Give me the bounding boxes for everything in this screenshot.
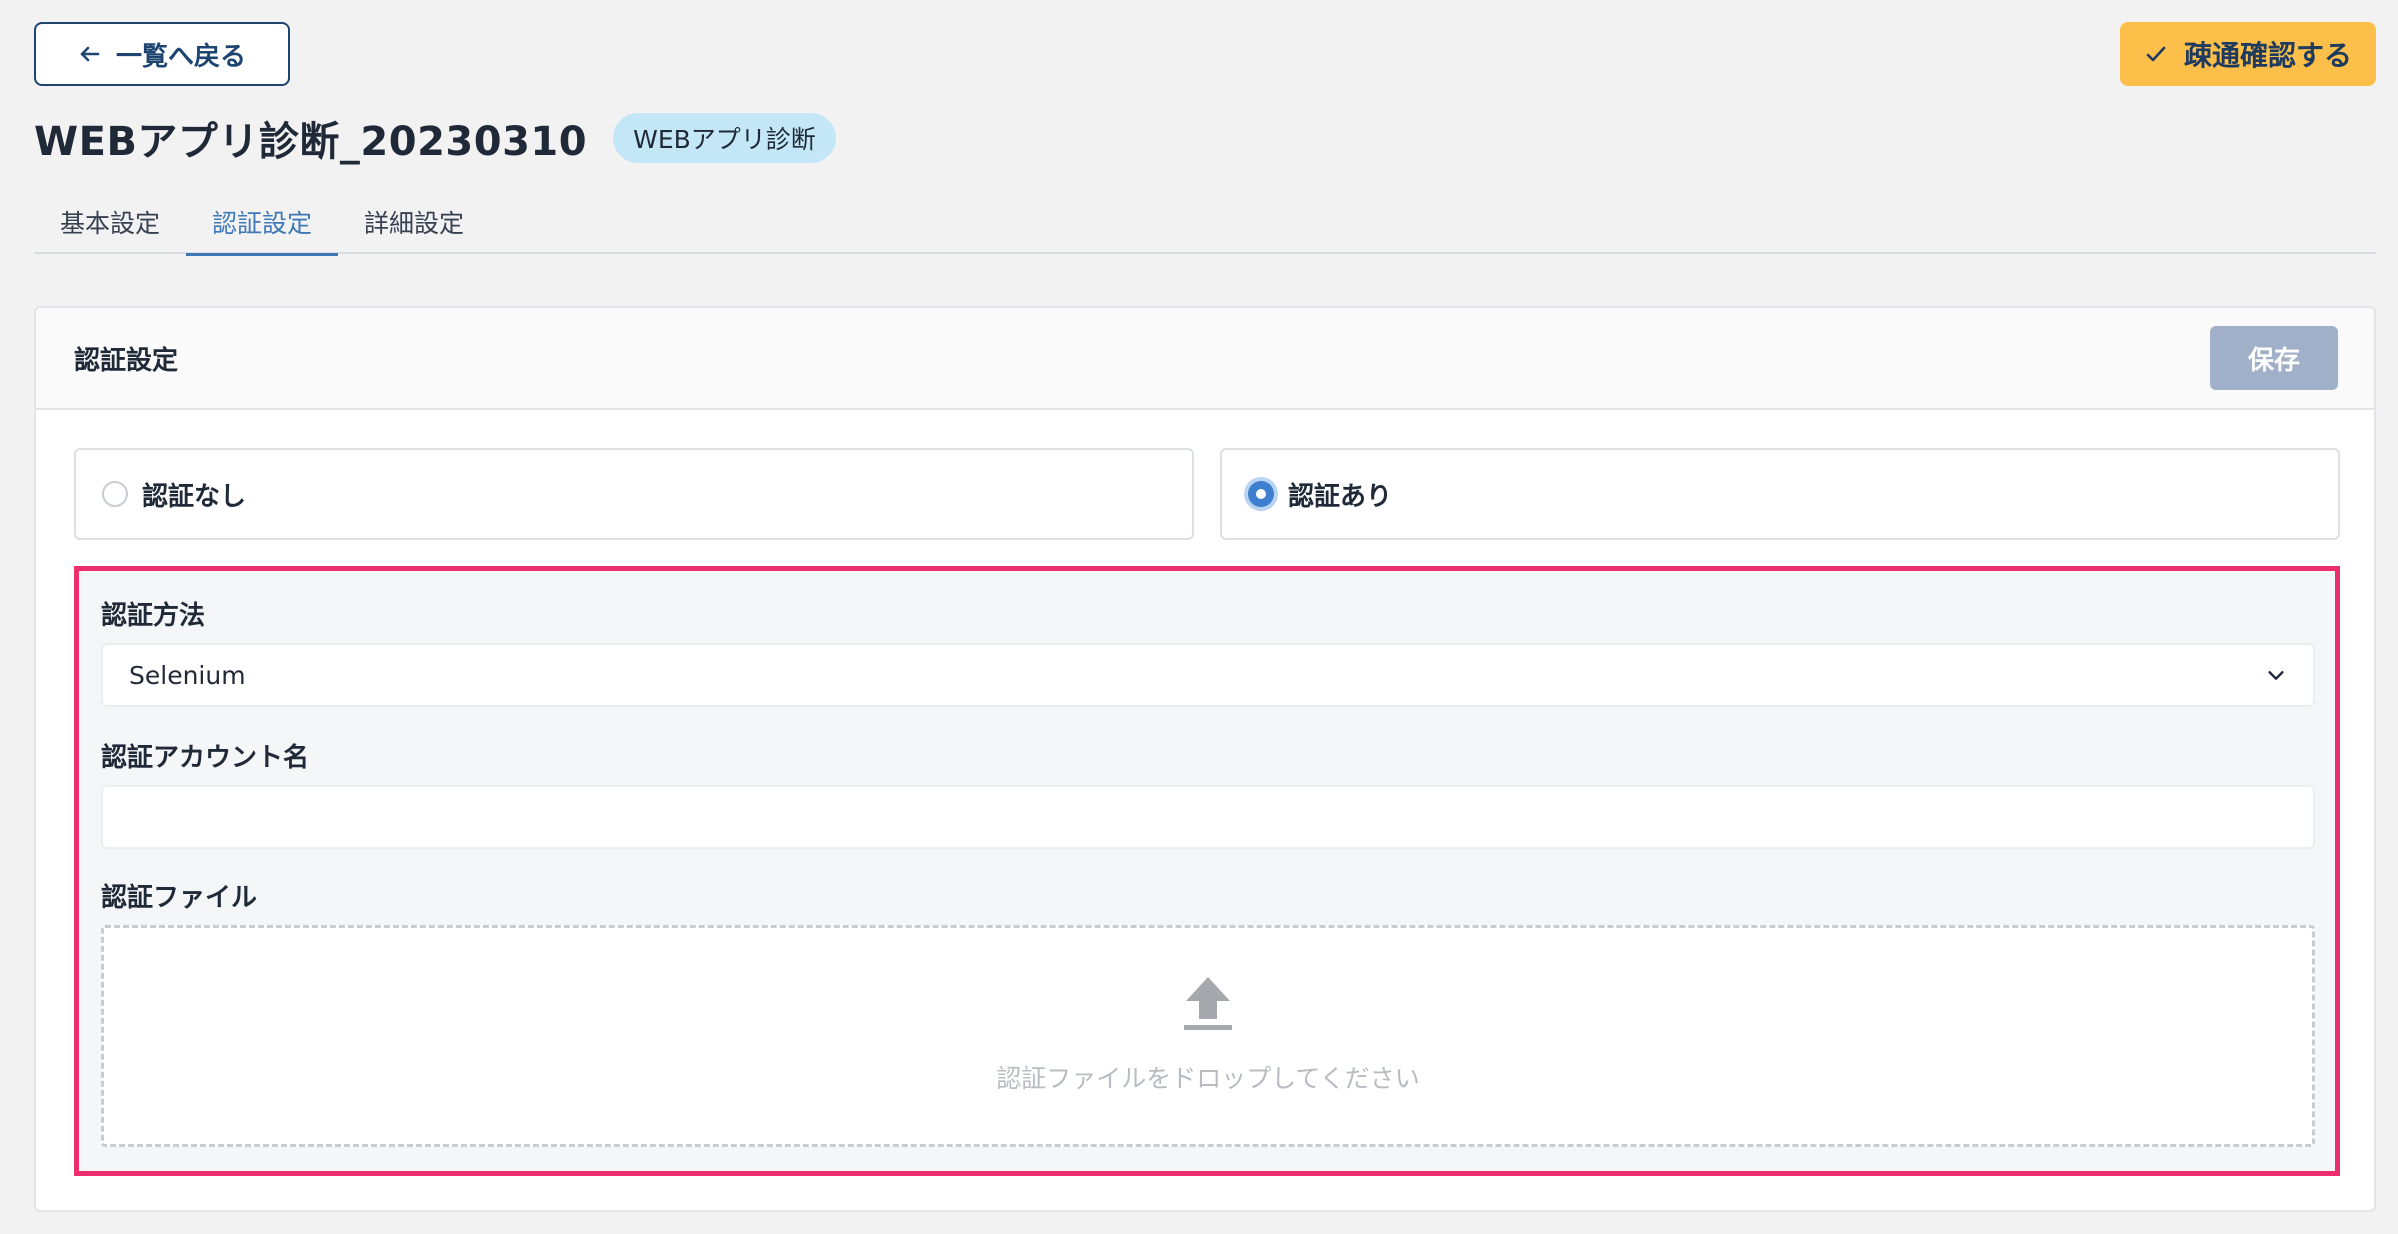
confirm-button-label: 疎通確認する [2183, 40, 2352, 71]
upload-icon [1184, 977, 1232, 1030]
back-button-label: 一覧へ戻る [115, 40, 246, 71]
card-title: 認証設定 [74, 345, 179, 376]
tab-basic-settings[interactable]: 基本設定 [34, 190, 186, 254]
page: 一覧へ戻る 疎通確認する WEBアプリ診断_20230310 WEBアプリ診断 … [0, 0, 2398, 1234]
chevron-down-icon [2268, 671, 2284, 680]
back-to-list-button[interactable]: 一覧へ戻る [34, 22, 290, 86]
title-row: WEBアプリ診断_20230310 WEBアプリ診断 [34, 108, 836, 168]
auth-option-group: 認証なし 認証あり [74, 448, 2340, 540]
option-no-auth[interactable]: 認証なし [74, 448, 1194, 540]
option-with-auth[interactable]: 認証あり [1220, 448, 2340, 540]
radio-with-auth[interactable] [1248, 481, 1274, 507]
connectivity-check-button[interactable]: 疎通確認する [2120, 22, 2376, 86]
arrow-left-icon [80, 46, 100, 62]
option-no-auth-label: 認証なし [142, 481, 247, 512]
auth-method-label: 認証方法 [101, 601, 206, 631]
auth-method-value: Selenium [129, 660, 246, 690]
auth-details-section: 認証方法 Selenium 認証アカウント名 認証ファイル 認証ファイルをドロッ… [74, 566, 2340, 1176]
check-icon [2146, 46, 2166, 62]
account-name-input[interactable] [101, 785, 2315, 849]
type-badge: WEBアプリ診断 [613, 113, 836, 163]
tab-auth-settings[interactable]: 認証設定 [186, 190, 339, 256]
card-header: 認証設定 保存 [36, 308, 2374, 410]
settings-tabs: 基本設定 認証設定 詳細設定 [34, 190, 2376, 256]
auth-file-dropzone[interactable]: 認証ファイルをドロップしてください [101, 925, 2315, 1147]
tab-detail-settings[interactable]: 詳細設定 [338, 190, 490, 254]
save-button[interactable]: 保存 [2210, 326, 2338, 390]
auth-file-label: 認証ファイル [101, 883, 258, 913]
dropzone-text: 認証ファイルをドロップしてください [996, 1064, 1420, 1093]
radio-no-auth[interactable] [102, 481, 128, 507]
account-name-label: 認証アカウント名 [101, 743, 310, 773]
page-title: WEBアプリ診断_20230310 [34, 119, 588, 165]
auth-settings-card: 認証設定 保存 認証なし 認証あり 認証方法 Selenium 認証アカウント名 [34, 306, 2376, 1212]
option-with-auth-label: 認証あり [1288, 481, 1393, 512]
auth-method-select[interactable]: Selenium [101, 643, 2315, 707]
